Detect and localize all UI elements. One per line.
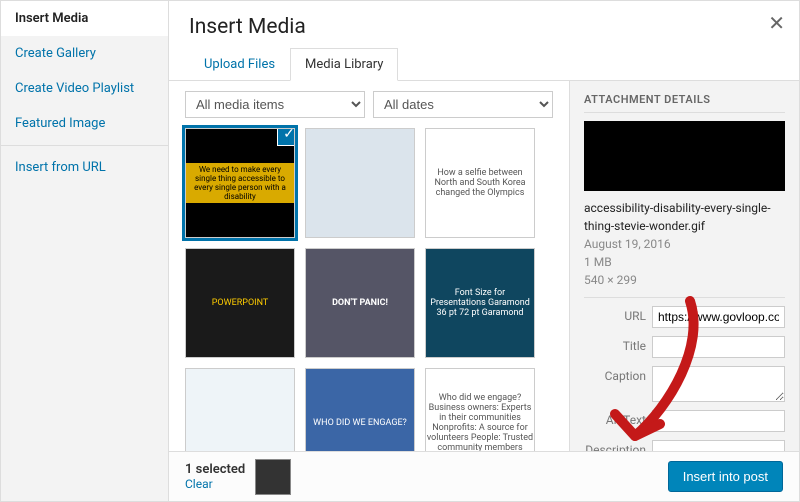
- thumb-caption: Who did we engage? Business owners: Expe…: [426, 393, 534, 451]
- sidebar-item-insert-media[interactable]: Insert Media: [1, 1, 168, 36]
- selection-count: 1 selected: [185, 462, 245, 477]
- sidebar-separator: [1, 145, 168, 146]
- media-thumb[interactable]: [185, 368, 295, 451]
- media-thumb[interactable]: [305, 128, 415, 238]
- thumb-caption: WHO DID WE ENGAGE?: [313, 418, 407, 428]
- thumb-caption: How a selfie between North and South Kor…: [426, 168, 534, 198]
- media-thumb[interactable]: Who did we engage? Business owners: Expe…: [425, 368, 535, 451]
- url-input[interactable]: [652, 306, 785, 328]
- media-thumb[interactable]: POWERPOINT: [185, 248, 295, 358]
- media-thumb[interactable]: DON'T PANIC!: [305, 248, 415, 358]
- field-title: Title: [584, 336, 785, 358]
- filters: All media items All dates: [185, 91, 553, 118]
- tab-upload-files[interactable]: Upload Files: [189, 48, 290, 81]
- media-thumb[interactable]: We need to make every single thing acces…: [185, 128, 295, 238]
- thumb-caption: DON'T PANIC!: [332, 298, 388, 308]
- thumb-caption: Font Size for Presentations Garamond 36 …: [426, 288, 534, 318]
- main-panel: Insert Media ✕ Upload Files Media Librar…: [169, 1, 799, 501]
- title-input[interactable]: [652, 336, 785, 358]
- close-icon[interactable]: ✕: [768, 11, 785, 35]
- filter-type-select[interactable]: All media items: [185, 91, 365, 118]
- alt-text-label: Alt Text: [584, 410, 646, 427]
- thumb-caption: We need to make every single thing acces…: [186, 163, 294, 203]
- sidebar-item-featured-image[interactable]: Featured Image: [1, 106, 168, 141]
- field-url: URL: [584, 306, 785, 328]
- field-caption: Caption: [584, 366, 785, 402]
- insert-into-post-button[interactable]: Insert into post: [668, 461, 783, 492]
- thumb-caption: POWERPOINT: [212, 298, 269, 308]
- media-thumb[interactable]: How a selfie between North and South Kor…: [425, 128, 535, 238]
- clear-selection[interactable]: Clear: [185, 477, 245, 491]
- caption-label: Caption: [584, 366, 646, 383]
- url-label: URL: [584, 306, 646, 323]
- media-thumb[interactable]: WHO DID WE ENGAGE?: [305, 368, 415, 451]
- check-icon[interactable]: ✓: [278, 128, 295, 145]
- description-input[interactable]: [652, 440, 785, 451]
- sidebar-item-insert-from-url[interactable]: Insert from URL: [1, 150, 168, 185]
- attachment-details: ATTACHMENT DETAILS accessibility-disabil…: [569, 81, 799, 451]
- attachment-size: 1 MB: [584, 253, 785, 271]
- field-alt-text: Alt Text: [584, 410, 785, 432]
- selection-thumb[interactable]: [255, 459, 291, 495]
- content: All media items All dates We need to mak…: [169, 81, 799, 451]
- modal-title: Insert Media: [189, 15, 779, 39]
- media-thumb[interactable]: Font Size for Presentations Garamond 36 …: [425, 248, 535, 358]
- alt-text-input[interactable]: [652, 410, 785, 432]
- description-label: Description: [584, 440, 646, 451]
- attachment-meta: accessibility-disability-every-single-th…: [584, 199, 785, 289]
- tab-media-library[interactable]: Media Library: [290, 48, 398, 81]
- sidebar-item-create-video-playlist[interactable]: Create Video Playlist: [1, 71, 168, 106]
- title-label: Title: [584, 336, 646, 353]
- tabs: Upload Files Media Library: [169, 47, 799, 81]
- media-grid-area: All media items All dates We need to mak…: [169, 81, 569, 451]
- field-description: Description: [584, 440, 785, 451]
- caption-input[interactable]: [652, 366, 785, 402]
- sidebar: Insert Media Create Gallery Create Video…: [1, 1, 169, 501]
- details-heading: ATTACHMENT DETAILS: [584, 93, 785, 113]
- media-grid: We need to make every single thing acces…: [185, 128, 553, 451]
- attachment-date: August 19, 2016: [584, 235, 785, 253]
- modal-footer: 1 selected Clear Insert into post: [169, 451, 799, 501]
- attachment-dims: 540 × 299: [584, 271, 785, 289]
- insert-media-modal: Insert Media Create Gallery Create Video…: [0, 0, 800, 502]
- attachment-preview: [584, 121, 785, 191]
- sidebar-item-create-gallery[interactable]: Create Gallery: [1, 36, 168, 71]
- modal-header: Insert Media ✕: [169, 1, 799, 47]
- attachment-filename: accessibility-disability-every-single-th…: [584, 199, 785, 235]
- filter-date-select[interactable]: All dates: [373, 91, 553, 118]
- selection-info: 1 selected Clear: [185, 459, 291, 495]
